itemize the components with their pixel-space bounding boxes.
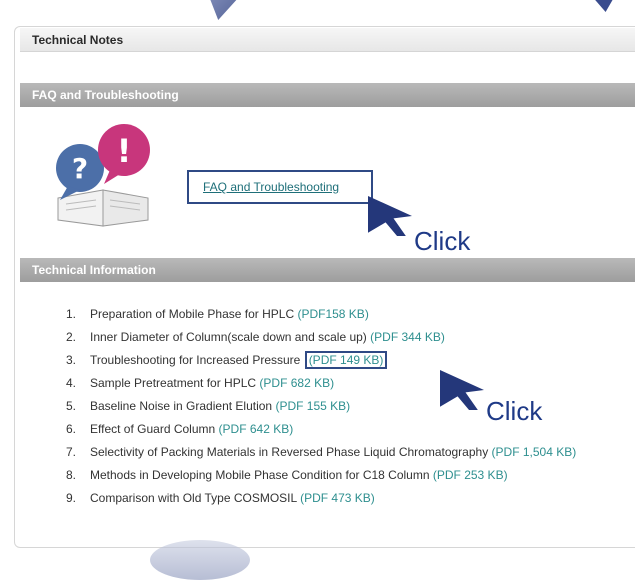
list-item: 2. Inner Diameter of Column(scale down a…	[65, 330, 445, 344]
pdf-link[interactable]: (PDF 682 KB)	[259, 376, 334, 390]
pdf-link-highlighted[interactable]: (PDF 149 KB)	[304, 351, 388, 369]
click-annotation: Click	[486, 396, 543, 426]
document-title-link[interactable]: Comparison with Old Type COSMOSIL	[90, 491, 297, 505]
technical-information-header: Technical Information	[20, 258, 635, 282]
document-title-link[interactable]: Troubleshooting for Increased Pressure	[90, 353, 300, 367]
svg-text:?: ?	[72, 152, 88, 185]
faq-speech-bubbles-icon: ? !	[56, 124, 150, 227]
document-title-link[interactable]: Effect of Guard Column	[90, 422, 215, 436]
list-item: 4. Sample Pretreatment for HPLC (PDF 682…	[65, 376, 335, 390]
list-item: 3. Troubleshooting for Increased Pressur…	[58, 351, 628, 369]
faq-troubleshooting-link[interactable]: FAQ and Troubleshooting	[203, 180, 339, 194]
click-annotation: Click	[414, 226, 471, 256]
faq-section-header: FAQ and Troubleshooting	[20, 83, 635, 107]
document-title-link[interactable]: Inner Diameter of Column(scale down and …	[90, 330, 367, 344]
list-item: 9. Comparison with Old Type COSMOSIL (PD…	[65, 491, 375, 505]
pdf-link[interactable]: (PDF 473 KB)	[300, 491, 375, 505]
pdf-link[interactable]: (PDF 1,504 KB)	[492, 445, 577, 459]
pdf-link[interactable]: (PDF 344 KB)	[370, 330, 445, 344]
pdf-link[interactable]: (PDF 253 KB)	[433, 468, 508, 482]
pdf-link[interactable]: (PDF 642 KB)	[219, 422, 294, 436]
document-title-link[interactable]: Baseline Noise in Gradient Elution	[90, 399, 272, 413]
pdf-link[interactable]: (PDF 155 KB)	[275, 399, 350, 413]
list-item: 5. Baseline Noise in Gradient Elution (P…	[65, 399, 351, 413]
list-item: 1. Preparation of Mobile Phase for HPLC …	[65, 307, 369, 321]
list-item: 6. Effect of Guard Column (PDF 642 KB)	[65, 422, 294, 436]
technical-documents-list: 1. Preparation of Mobile Phase for HPLC …	[58, 306, 628, 513]
top-strip	[0, 0, 635, 20]
technical-notes-heading: Technical Notes	[20, 28, 635, 52]
background-arrow-graphic-bottom	[150, 540, 250, 580]
document-title-link[interactable]: Sample Pretreatment for HPLC	[90, 376, 256, 390]
list-item: 8. Methods in Developing Mobile Phase Co…	[65, 468, 508, 482]
svg-text:!: !	[117, 132, 132, 170]
document-title-link[interactable]: Preparation of Mobile Phase for HPLC	[90, 307, 294, 321]
list-item: 7. Selectivity of Packing Materials in R…	[65, 445, 577, 459]
pdf-link[interactable]: (PDF158 KB)	[297, 307, 368, 321]
document-title-link[interactable]: Methods in Developing Mobile Phase Condi…	[90, 468, 430, 482]
document-title-link[interactable]: Selectivity of Packing Materials in Reve…	[90, 445, 488, 459]
